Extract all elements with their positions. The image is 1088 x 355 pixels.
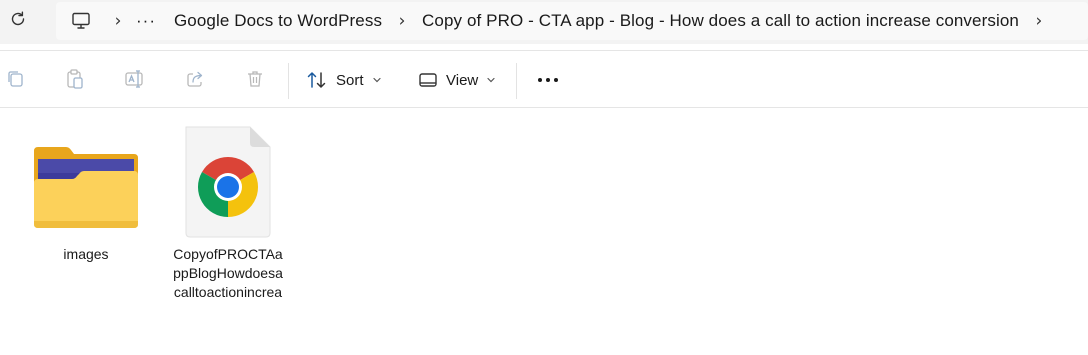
copy-icon — [8, 71, 23, 87]
address-bar[interactable]: › ··· Google Docs to WordPress › Copy of… — [56, 2, 1088, 40]
breadcrumb-chevron-icon[interactable]: › — [1027, 11, 1051, 31]
share-button[interactable] — [184, 68, 206, 90]
refresh-button[interactable] — [6, 6, 30, 32]
refresh-icon — [11, 11, 25, 26]
delete-button[interactable] — [244, 68, 266, 90]
file-name: CopyofPROCTAappBlogHowdoesacalltoactioni… — [173, 246, 283, 300]
address-row: › ··· Google Docs to WordPress › Copy of… — [0, 0, 1088, 44]
delete-icon — [248, 71, 262, 87]
breadcrumb-item-google-docs-to-wordpress[interactable]: Google Docs to WordPress — [166, 11, 390, 31]
view-icon — [419, 73, 437, 87]
command-bar: Sort View — [0, 50, 1088, 108]
more-options-button[interactable] — [534, 67, 562, 93]
breadcrumb-chevron-icon[interactable]: › — [106, 11, 130, 31]
chevron-down-icon — [372, 77, 381, 83]
toolbar-separator — [516, 63, 517, 99]
file-item-html[interactable]: CopyofPROCTAappBlogHowdoesacalltoactioni… — [170, 121, 286, 302]
breadcrumb-chevron-icon[interactable]: › — [390, 11, 414, 31]
sort-label: Sort — [336, 71, 364, 89]
rename-icon — [125, 70, 143, 88]
file-name: images — [63, 246, 109, 262]
folder-icon — [28, 121, 144, 239]
breadcrumb-overflow-button[interactable]: ··· — [130, 11, 166, 31]
share-icon — [187, 71, 203, 87]
chevron-down-icon — [487, 77, 495, 83]
sort-button[interactable]: Sort — [306, 67, 382, 93]
view-button[interactable]: View — [418, 67, 496, 93]
file-item-images[interactable]: images — [28, 121, 144, 264]
paste-icon — [67, 69, 83, 89]
breadcrumb-item-current-folder[interactable]: Copy of PRO - CTA app - Blog - How does … — [414, 11, 1027, 31]
chrome-icon — [170, 121, 286, 239]
view-label: View — [446, 71, 479, 89]
copy-button[interactable] — [4, 68, 26, 90]
this-pc-icon[interactable] — [66, 6, 96, 36]
sort-icon — [307, 72, 326, 88]
rename-button[interactable] — [124, 68, 146, 90]
toolbar-separator — [288, 63, 289, 99]
paste-button[interactable] — [64, 68, 86, 90]
more-icon — [538, 78, 558, 82]
file-list: images CopyofPROCTAappBlogHowdoesacallto… — [0, 109, 1088, 355]
